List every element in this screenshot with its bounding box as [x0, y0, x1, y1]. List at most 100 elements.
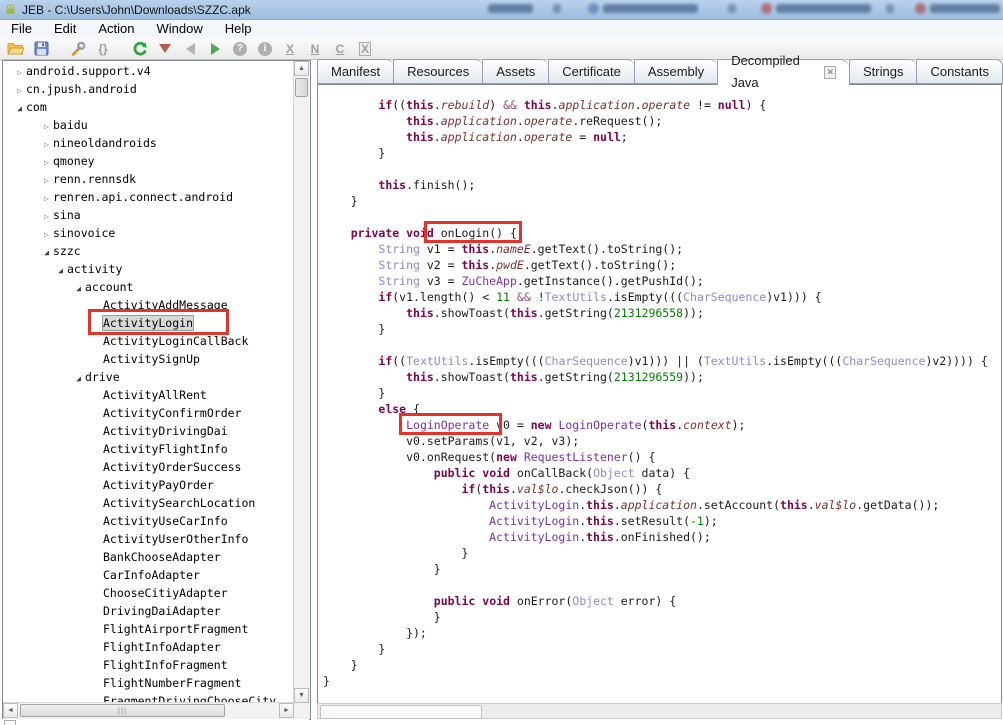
tree-row[interactable]: ActivityDrivingDai [3, 422, 294, 440]
rename-icon[interactable]: N [306, 40, 324, 57]
menu-item-window[interactable]: Window [146, 20, 214, 38]
info-icon[interactable]: i [256, 40, 274, 57]
options-wrench-icon[interactable] [69, 40, 87, 57]
tree-horizontal-scrollbar[interactable]: ◄ ||| ► [3, 702, 294, 719]
tab-manifest[interactable]: Manifest [317, 59, 394, 84]
tree-row[interactable]: FlightInfoAdapter [3, 638, 294, 656]
tree-row[interactable]: ActivitySignUp [3, 350, 294, 368]
tree-node-ActivityDrivingDai[interactable]: ActivityDrivingDai [103, 424, 228, 438]
tree-row[interactable]: ActivityPayOrder [3, 476, 294, 494]
tree-node-ActivityFlightInfo[interactable]: ActivityFlightInfo [103, 442, 228, 456]
tab-decompiled-java[interactable]: Decompiled Java ✕ [717, 53, 849, 90]
code-panel[interactable]: if((this.rebuild) && this.application.op… [317, 84, 1002, 705]
tree-row[interactable]: ◢ szzc [3, 242, 294, 260]
tree-node-ActivityUserOtherInfo[interactable]: ActivityUserOtherInfo [103, 532, 248, 546]
tree-node-FlightNumberFragment[interactable]: FlightNumberFragment [103, 676, 241, 690]
navigate-down-icon[interactable] [156, 40, 174, 57]
menu-item-file[interactable]: File [0, 20, 43, 38]
tree-node-ActivitySignUp[interactable]: ActivitySignUp [103, 352, 200, 366]
tree-row[interactable]: ▷ renren.api.connect.android [3, 188, 294, 206]
expander-expanded-icon[interactable]: ◢ [72, 280, 85, 298]
tree-row[interactable]: ActivityConfirmOrder [3, 404, 294, 422]
comment-icon[interactable]: C [331, 40, 349, 57]
tree-row[interactable]: ActivityLogin [3, 314, 294, 332]
tree-node-FlightInfoAdapter[interactable]: FlightInfoAdapter [103, 640, 221, 654]
xref-icon[interactable]: X [281, 40, 299, 57]
tree-row[interactable]: FlightAirportFragment [3, 620, 294, 638]
tree-node-ActivityAllRent[interactable]: ActivityAllRent [103, 388, 207, 402]
tree-node-baidu[interactable]: baidu [53, 118, 88, 132]
navigate-forward-icon[interactable] [206, 40, 224, 57]
tree-row[interactable]: ◢ account [3, 278, 294, 296]
tree-row[interactable]: FlightNumberFragment [3, 674, 294, 692]
scroll-up-button[interactable]: ▲ [294, 61, 309, 76]
tree-node-sina[interactable]: sina [53, 208, 81, 222]
tree-row[interactable]: ▷ qmoney [3, 152, 294, 170]
tree-node-FlightInfoFragment[interactable]: FlightInfoFragment [103, 658, 228, 672]
tree-row[interactable]: BankChooseAdapter [3, 548, 294, 566]
help-icon[interactable]: ? [231, 40, 249, 57]
tree-row[interactable]: ▷ nineoldandroids [3, 134, 294, 152]
refresh-icon[interactable] [131, 40, 149, 57]
tree-node-ActivityAddMessage[interactable]: ActivityAddMessage [103, 298, 228, 312]
tree-row[interactable]: ◢ activity [3, 260, 294, 278]
tree-row[interactable]: ActivitySearchLocation [3, 494, 294, 512]
tree-row[interactable]: ◢ drive [3, 368, 294, 386]
open-file-icon[interactable] [7, 40, 25, 57]
tab-certificate[interactable]: Certificate [548, 59, 634, 84]
tree-node-ChooseCitiyAdapter[interactable]: ChooseCitiyAdapter [103, 586, 228, 600]
tree-row[interactable]: ActivityUseCarInfo [3, 512, 294, 530]
scroll-down-button[interactable]: ▼ [294, 688, 309, 703]
scroll-left-button[interactable]: ◄ [3, 703, 18, 718]
tree-row[interactable]: ▷ cn.jpush.android [3, 80, 294, 98]
tree-node-nineoldandroids[interactable]: nineoldandroids [53, 136, 157, 150]
tree-node-BankChooseAdapter[interactable]: BankChooseAdapter [103, 550, 221, 564]
expander-expanded-icon[interactable]: ◢ [72, 370, 85, 388]
tree-node-renn.rennsdk[interactable]: renn.rennsdk [53, 172, 136, 186]
tab-resources[interactable]: Resources [393, 59, 483, 84]
tree-row[interactable]: ▷ android.support.v4 [3, 62, 294, 80]
tree-node-szzc[interactable]: szzc [53, 244, 81, 258]
expander-expanded-icon[interactable]: ◢ [13, 100, 26, 118]
tree-node-ActivityPayOrder[interactable]: ActivityPayOrder [103, 478, 214, 492]
tree-node-ActivityUseCarInfo[interactable]: ActivityUseCarInfo [103, 514, 228, 528]
menu-item-action[interactable]: Action [87, 20, 145, 38]
tree-node-ActivityConfirmOrder[interactable]: ActivityConfirmOrder [103, 406, 241, 420]
tree-node-renren.api.connect.android[interactable]: renren.api.connect.android [53, 190, 233, 204]
braces-icon[interactable]: {} [94, 40, 112, 57]
tree-node-ActivityLogin[interactable]: ActivityLogin [101, 315, 195, 331]
tree-node-drive[interactable]: drive [85, 370, 120, 384]
tree-node-com[interactable]: com [26, 100, 47, 114]
tab-assets[interactable]: Assets [482, 59, 549, 84]
save-icon[interactable] [32, 40, 50, 57]
tree-row[interactable]: DrivingDaiAdapter [3, 602, 294, 620]
expander-expanded-icon[interactable]: ◢ [54, 262, 67, 280]
tree-node-DrivingDaiAdapter[interactable]: DrivingDaiAdapter [103, 604, 221, 618]
tree-node-account[interactable]: account [85, 280, 133, 294]
tree-node-sinovoice[interactable]: sinovoice [53, 226, 115, 240]
code-horizontal-scrollbar[interactable] [317, 703, 1002, 719]
tree-node-qmoney[interactable]: qmoney [53, 154, 95, 168]
tree-vscroll-thumb[interactable] [295, 78, 308, 97]
tree-node-CarInfoAdapter[interactable]: CarInfoAdapter [103, 568, 200, 582]
tree-row[interactable]: ActivityAllRent [3, 386, 294, 404]
tree-row[interactable]: CarInfoAdapter [3, 566, 294, 584]
tab-strings[interactable]: Strings [848, 59, 917, 84]
tab-assembly[interactable]: Assembly [633, 59, 718, 84]
decompile-icon[interactable]: X [356, 40, 374, 57]
menu-item-edit[interactable]: Edit [43, 20, 87, 38]
tree-row[interactable]: ▷ renn.rennsdk [3, 170, 294, 188]
tree-node-FlightAirportFragment[interactable]: FlightAirportFragment [103, 622, 248, 636]
code-hscroll-thumb[interactable] [320, 705, 482, 719]
tab-constants[interactable]: Constants [916, 59, 1003, 84]
expander-expanded-icon[interactable]: ◢ [40, 244, 53, 262]
tree-row[interactable]: ChooseCitiyAdapter [3, 584, 294, 602]
tree-node-ActivityOrderSuccess[interactable]: ActivityOrderSuccess [103, 460, 241, 474]
tree-row[interactable]: FlightInfoFragment [3, 656, 294, 674]
tree-node-ActivityLoginCallBack[interactable]: ActivityLoginCallBack [103, 334, 248, 348]
tree-hscroll-thumb[interactable]: ||| [20, 704, 225, 717]
tree-row[interactable]: ActivityAddMessage [3, 296, 294, 314]
tree-node-activity[interactable]: activity [67, 262, 122, 276]
scroll-right-button[interactable]: ► [279, 703, 294, 718]
tree-row[interactable]: ▷ baidu [3, 116, 294, 134]
